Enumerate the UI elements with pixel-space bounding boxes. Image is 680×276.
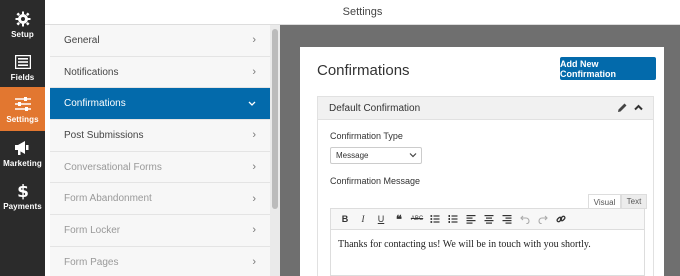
editor-content: Thanks for contacting us! We will be in … [338, 239, 591, 250]
section-title: Confirmations [317, 62, 410, 79]
chevron-down-icon [248, 98, 256, 110]
chevron-up-icon[interactable] [633, 102, 645, 114]
fields-icon [14, 53, 32, 71]
rail-item-payments[interactable]: $ Payments [0, 174, 45, 218]
select-value: Message [336, 151, 369, 160]
add-new-confirmation-button[interactable]: Add New Confirmation [560, 57, 656, 80]
page-title: Settings [342, 6, 383, 18]
nav-item-label: General [64, 34, 100, 46]
rail-label: Marketing [3, 158, 42, 168]
undo-icon[interactable] [517, 211, 533, 227]
confirmation-message-label: Confirmation Message [330, 176, 421, 186]
nav-item-form-pages[interactable]: Form Pages › [50, 246, 270, 276]
align-right-icon[interactable] [499, 211, 515, 227]
chevron-right-icon: › [252, 256, 256, 269]
chevron-right-icon: › [252, 224, 256, 237]
nav-item-label: Form Locker [64, 224, 121, 236]
rail-item-setup[interactable]: Setup [0, 2, 45, 46]
nav-item-conversational-forms[interactable]: Conversational Forms › [50, 151, 270, 184]
nav-item-confirmations[interactable]: Confirmations [50, 88, 270, 121]
nav-scrollbar[interactable] [270, 25, 280, 276]
confirmation-body: Confirmation Type Message Confirmation M… [317, 120, 654, 276]
gear-icon [14, 10, 32, 28]
builder-sidebar: Setup Fields Settings Marketing $ Paymen… [0, 0, 45, 276]
svg-text:$: $ [17, 182, 29, 200]
nav-item-form-abandonment[interactable]: Form Abandonment › [50, 183, 270, 216]
align-left-icon[interactable] [463, 211, 479, 227]
settings-nav: General › Notifications › Confirmations … [50, 25, 270, 276]
message-editor[interactable]: Thanks for contacting us! We will be in … [330, 230, 645, 276]
chevron-right-icon: › [252, 34, 256, 47]
nav-item-label: Post Submissions [64, 129, 144, 141]
nav-item-label: Confirmations [64, 98, 126, 110]
strikethrough-button[interactable]: ABC [409, 211, 425, 227]
rail-label: Setup [11, 29, 34, 39]
top-header: Settings [45, 0, 680, 25]
rail-label: Payments [3, 201, 42, 211]
confirmation-name: Default Confirmation [329, 103, 421, 114]
confirmation-type-label: Confirmation Type [330, 131, 403, 141]
nav-item-post-submissions[interactable]: Post Submissions › [50, 120, 270, 152]
link-icon[interactable] [553, 211, 569, 227]
redo-icon[interactable] [535, 211, 551, 227]
nav-item-form-locker[interactable]: Form Locker › [50, 215, 270, 247]
align-center-icon[interactable] [481, 211, 497, 227]
nav-item-label: Notifications [64, 66, 119, 78]
megaphone-icon [14, 139, 32, 157]
nav-item-label: Form Abandonment [64, 193, 152, 205]
rail-label: Fields [10, 72, 35, 82]
italic-button[interactable]: I [355, 211, 371, 227]
confirmation-type-select[interactable]: Message [330, 147, 422, 164]
rail-item-marketing[interactable]: Marketing [0, 131, 45, 175]
rail-item-settings[interactable]: Settings [0, 87, 45, 131]
bold-button[interactable]: B [337, 211, 353, 227]
blockquote-button[interactable]: ❝ [391, 211, 407, 227]
rail-item-fields[interactable]: Fields [0, 45, 45, 89]
tab-text[interactable]: Text [621, 194, 647, 209]
nav-item-general[interactable]: General › [50, 25, 270, 57]
chevron-right-icon: › [252, 161, 256, 174]
chevron-right-icon: › [252, 192, 256, 205]
chevron-right-icon: › [252, 66, 256, 79]
chevron-right-icon: › [252, 129, 256, 142]
nav-item-notifications[interactable]: Notifications › [50, 56, 270, 89]
numbered-list-icon[interactable] [445, 211, 461, 227]
tab-visual[interactable]: Visual [588, 194, 621, 209]
editor-toolbar: B I U ❝ ABC [330, 208, 645, 230]
chevron-down-icon [409, 151, 417, 159]
bullet-list-icon[interactable] [427, 211, 443, 227]
scrollbar-thumb[interactable] [272, 29, 278, 209]
underline-button[interactable]: U [373, 211, 389, 227]
rail-label: Settings [6, 114, 39, 124]
nav-item-label: Conversational Forms [64, 161, 162, 173]
sliders-icon [14, 95, 32, 113]
confirmation-header[interactable]: Default Confirmation [317, 96, 654, 120]
pencil-icon[interactable] [617, 102, 629, 114]
nav-item-label: Form Pages [64, 256, 119, 268]
dollar-icon: $ [14, 182, 32, 200]
